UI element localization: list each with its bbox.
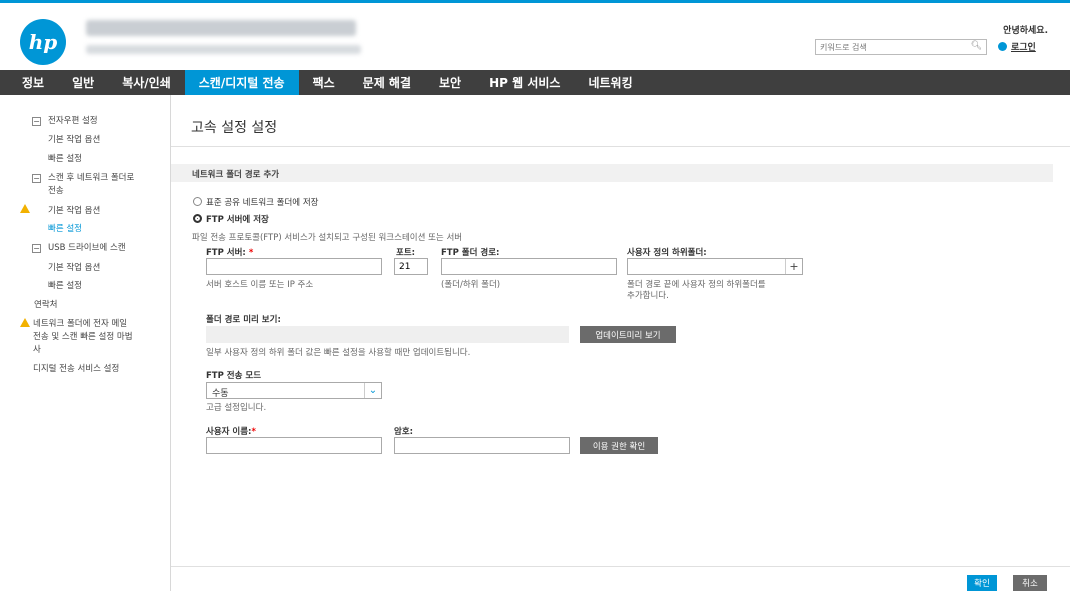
hp-logo: hp bbox=[20, 19, 66, 65]
password-input[interactable] bbox=[395, 438, 569, 453]
nav-item-troubleshooting[interactable]: 문제 해결 bbox=[349, 70, 425, 95]
collapse-email-icon[interactable]: − bbox=[32, 117, 41, 126]
search-box[interactable]: 🔍︎ bbox=[815, 39, 987, 55]
custom-subfolder-hint-2: 추가합니다. bbox=[627, 291, 669, 301]
update-preview-button[interactable]: 업데이트미리 보기 bbox=[580, 326, 676, 343]
ftp-folder-path-hint: (폴더/하위 폴더) bbox=[441, 280, 501, 290]
greeting-text: 안녕하세요. bbox=[1003, 26, 1048, 36]
ftp-folder-path-label: FTP 폴더 경로: bbox=[441, 248, 500, 258]
sidebar-item-contacts[interactable]: 연락처 bbox=[34, 300, 57, 311]
sidebar-item-email-default-options[interactable]: 기본 작업 옵션 bbox=[48, 135, 100, 146]
radio-ftp-server-label[interactable]: FTP 서버에 저장 bbox=[206, 213, 269, 225]
username-field[interactable] bbox=[206, 437, 382, 454]
ftp-server-hint: 서버 호스트 이름 또는 IP 주소 bbox=[206, 280, 314, 290]
collapse-network-folder-icon[interactable]: − bbox=[32, 174, 41, 183]
nav-item-copy-print[interactable]: 복사/인쇄 bbox=[108, 70, 185, 95]
sidebar-item-usb-default-options[interactable]: 기본 작업 옵션 bbox=[48, 263, 100, 274]
custom-subfolder-field[interactable]: + bbox=[627, 258, 803, 275]
search-input[interactable] bbox=[816, 40, 964, 55]
header: hp 안녕하세요. 🔍︎ 로그인 bbox=[0, 3, 1070, 68]
username-input[interactable] bbox=[207, 438, 381, 453]
search-icon[interactable]: 🔍︎ bbox=[971, 41, 982, 51]
ftp-description: 파일 전송 프로토콜(FTP) 서비스가 설치되고 구성된 워크스테이션 또는 … bbox=[192, 233, 463, 243]
sidebar-item-scan-to-usb[interactable]: USB 드라이브에 스캔 bbox=[48, 243, 126, 254]
title-divider bbox=[171, 146, 1070, 147]
add-subfolder-button[interactable]: + bbox=[785, 259, 802, 274]
transfer-mode-hint: 고급 설정입니다. bbox=[206, 403, 267, 413]
radio-shared-folder[interactable] bbox=[193, 197, 202, 206]
collapse-usb-icon[interactable]: − bbox=[32, 244, 41, 253]
radio-shared-folder-label[interactable]: 표준 공유 네트워크 폴더에 저장 bbox=[206, 196, 318, 208]
chevron-down-icon[interactable]: ⌄ bbox=[364, 383, 381, 398]
ftp-folder-path-input[interactable] bbox=[442, 259, 616, 274]
ftp-folder-path-field[interactable] bbox=[441, 258, 617, 275]
folder-path-preview bbox=[206, 326, 569, 343]
ftp-transfer-mode-select[interactable]: 수동 ⌄ bbox=[206, 382, 382, 399]
nav-item-hp-web-services[interactable]: HP 웹 서비스 bbox=[475, 70, 574, 95]
required-mark: * bbox=[251, 427, 256, 437]
ftp-transfer-mode-value: 수동 bbox=[212, 389, 229, 399]
login-link[interactable]: 로그인 bbox=[998, 40, 1036, 53]
radio-ftp-server[interactable] bbox=[193, 214, 202, 223]
login-label[interactable]: 로그인 bbox=[1011, 40, 1036, 53]
warning-icon bbox=[20, 204, 30, 213]
custom-subfolder-input[interactable] bbox=[628, 259, 786, 274]
verify-access-button[interactable]: 이용 권한 확인 bbox=[580, 437, 658, 454]
custom-subfolder-hint-1: 폴더 경로 끝에 사용자 정의 하위폴더를 bbox=[627, 280, 766, 290]
ftp-server-input[interactable] bbox=[207, 259, 381, 274]
nav-item-networking[interactable]: 네트워킹 bbox=[574, 70, 646, 95]
section-header: 네트워크 폴더 경로 추가 bbox=[171, 164, 1053, 182]
sidebar-item-scan-to-network-folder[interactable]: 스캔 후 네트워크 폴더로 bbox=[48, 173, 134, 184]
port-label: 포트: bbox=[396, 248, 416, 258]
ftp-transfer-mode-label: FTP 전송 모드 bbox=[206, 371, 262, 381]
sidebar-item-scan-to-network-folder-cont[interactable]: 전송 bbox=[48, 186, 64, 197]
username-label-text: 사용자 이름: bbox=[206, 427, 252, 437]
required-mark: * bbox=[248, 248, 254, 258]
printer-address-blurred bbox=[86, 45, 361, 54]
sidebar bbox=[0, 95, 170, 591]
printer-name-blurred bbox=[86, 20, 356, 36]
footer-divider bbox=[171, 566, 1070, 567]
preview-note: 일부 사용자 정의 하위 폴더 값은 빠른 설정을 사용할 때만 업데이트됩니다… bbox=[206, 348, 471, 358]
sidebar-item-digital-sending-service[interactable]: 디지털 전송 서비스 설정 bbox=[33, 364, 119, 375]
sidebar-item-folder-quick-sets[interactable]: 빠른 설정 bbox=[48, 224, 82, 235]
password-field[interactable] bbox=[394, 437, 570, 454]
nav-item-security[interactable]: 보안 bbox=[425, 70, 475, 95]
nav-item-scan-digital-send[interactable]: 스캔/디지털 전송 bbox=[184, 70, 299, 95]
nav-item-fax[interactable]: 팩스 bbox=[299, 70, 349, 95]
port-input[interactable] bbox=[395, 259, 427, 274]
section-title: 네트워크 폴더 경로 추가 bbox=[192, 170, 280, 180]
sidebar-item-email-setup[interactable]: 전자우편 설정 bbox=[48, 116, 98, 127]
folder-path-preview-label: 폴더 경로 미리 보기: bbox=[206, 315, 281, 325]
nav-item-general[interactable]: 일반 bbox=[58, 70, 108, 95]
sidebar-item-wizard-line2[interactable]: 전송 및 스캔 빠른 설정 마법 bbox=[33, 332, 133, 343]
custom-subfolder-label: 사용자 정의 하위폴더: bbox=[627, 248, 707, 258]
port-field[interactable] bbox=[394, 258, 428, 275]
sidebar-item-email-quick-sets[interactable]: 빠른 설정 bbox=[48, 154, 82, 165]
page-title: 고속 설정 설정 bbox=[191, 120, 278, 136]
sidebar-item-usb-quick-sets[interactable]: 빠른 설정 bbox=[48, 281, 82, 292]
cancel-button[interactable]: 취소 bbox=[1013, 575, 1047, 591]
sidebar-item-folder-default-options[interactable]: 기본 작업 옵션 bbox=[48, 206, 100, 217]
ftp-server-field[interactable] bbox=[206, 258, 382, 275]
ftp-server-label-text: FTP 서버: bbox=[206, 248, 246, 258]
sidebar-item-wizard-line3[interactable]: 사 bbox=[33, 345, 41, 356]
user-icon bbox=[998, 42, 1007, 51]
username-label: 사용자 이름:* bbox=[206, 425, 256, 437]
sidebar-item-wizard-line1[interactable]: 네트워크 폴더에 전자 메일 bbox=[33, 319, 127, 330]
main-nav: 정보 일반 복사/인쇄 스캔/디지털 전송 팩스 문제 해결 보안 HP 웹 서… bbox=[0, 70, 1070, 95]
ftp-server-label: FTP 서버: * bbox=[206, 246, 253, 258]
password-label: 암호: bbox=[394, 427, 414, 437]
warning-icon bbox=[20, 318, 30, 327]
nav-item-info[interactable]: 정보 bbox=[0, 70, 58, 95]
ok-button[interactable]: 확인 bbox=[967, 575, 997, 591]
